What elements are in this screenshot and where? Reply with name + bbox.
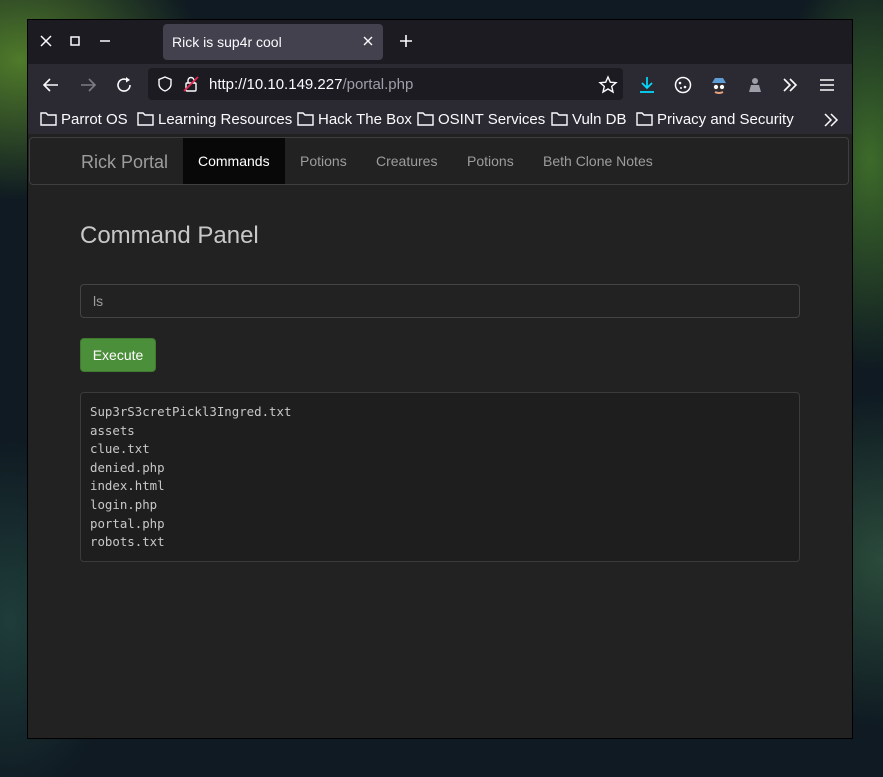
address-bar[interactable]: http://10.10.149.227/portal.php	[148, 68, 623, 100]
bookmarks-bar: Parrot OS Learning Resources Hack The Bo…	[28, 106, 852, 134]
nav-creatures[interactable]: Creatures	[361, 138, 452, 184]
bookmark-vuln-db[interactable]: Vuln DB	[551, 110, 626, 130]
nav-commands[interactable]: Commands	[183, 138, 285, 184]
shield-icon[interactable]	[156, 75, 174, 98]
page-content: Rick Portal Commands Potions Creatures P…	[28, 134, 852, 738]
bookmark-star-icon[interactable]	[598, 75, 618, 95]
bookmark-parrot-os[interactable]: Parrot OS	[40, 110, 128, 130]
folder-icon	[636, 112, 653, 126]
folder-icon	[40, 112, 57, 126]
spy-extension-icon[interactable]	[709, 75, 729, 95]
bookmark-label: OSINT Services	[438, 111, 546, 128]
site-brand[interactable]: Rick Portal	[81, 152, 168, 173]
url-path: /portal.php	[342, 76, 414, 93]
page-title: Command Panel	[80, 222, 259, 249]
output-line: denied.php	[90, 459, 165, 475]
bookmark-learning-resources[interactable]: Learning Resources	[137, 110, 292, 130]
folder-icon	[417, 112, 434, 126]
window-close-icon[interactable]	[37, 32, 55, 50]
command-output: Sup3rS3cretPickl3Ingred.txt assets clue.…	[80, 392, 800, 562]
back-icon[interactable]	[41, 75, 61, 95]
overflow-chevron-icon[interactable]	[780, 75, 800, 95]
site-navbar: Rick Portal Commands Potions Creatures P…	[29, 137, 849, 185]
bookmark-label: Vuln DB	[572, 111, 627, 128]
execute-button[interactable]: Execute	[80, 338, 156, 372]
folder-icon	[551, 112, 568, 126]
bookmark-label: Privacy and Security	[657, 111, 794, 128]
cookie-extension-icon[interactable]	[673, 75, 693, 95]
nav-beth-clone-notes[interactable]: Beth Clone Notes	[528, 138, 668, 184]
reload-icon[interactable]	[114, 75, 134, 95]
folder-icon	[297, 112, 314, 126]
bookmark-hack-the-box[interactable]: Hack The Box	[297, 110, 412, 130]
window-maximize-icon[interactable]	[66, 32, 84, 50]
window-minimize-icon[interactable]	[96, 32, 114, 50]
output-line: assets	[90, 422, 135, 438]
bookmarks-overflow-chevron-icon[interactable]	[822, 111, 840, 129]
url-text: http://10.10.149.227/portal.php	[209, 76, 413, 93]
tab-strip: Rick is sup4r cool	[28, 20, 852, 64]
bookmark-label: Parrot OS	[61, 111, 128, 128]
navigation-toolbar: http://10.10.149.227/portal.php	[28, 64, 852, 106]
command-input[interactable]	[80, 284, 800, 318]
downloads-icon[interactable]	[637, 75, 657, 95]
bookmark-label: Learning Resources	[158, 111, 293, 128]
bookmark-privacy-and-security[interactable]: Privacy and Security	[636, 110, 794, 130]
menu-hamburger-icon[interactable]	[817, 75, 837, 95]
output-line: login.php	[90, 496, 158, 512]
insecure-lock-icon[interactable]	[182, 75, 200, 98]
output-line: clue.txt	[90, 441, 150, 457]
nav-potions[interactable]: Potions	[285, 138, 362, 184]
bookmark-osint-services[interactable]: OSINT Services	[417, 110, 545, 130]
output-line: index.html	[90, 478, 165, 494]
nav-potions-2[interactable]: Potions	[452, 138, 529, 184]
url-host: http://10.10.149.227	[209, 76, 343, 93]
tab-title: Rick is sup4r cool	[172, 34, 282, 50]
folder-icon	[137, 112, 154, 126]
browser-window: Rick is sup4r cool http://10.10.149.227/…	[28, 20, 852, 738]
output-line: Sup3rS3cretPickl3Ingred.txt	[90, 404, 292, 419]
extension-puzzle-icon[interactable]	[745, 75, 765, 95]
bookmark-label: Hack The Box	[318, 111, 412, 128]
output-line: portal.php	[90, 515, 165, 531]
output-line: robots.txt	[90, 534, 165, 550]
forward-icon[interactable]	[78, 75, 98, 95]
tab-close-icon[interactable]	[361, 34, 375, 48]
new-tab-icon[interactable]	[397, 32, 415, 50]
tab-active[interactable]: Rick is sup4r cool	[163, 24, 383, 60]
